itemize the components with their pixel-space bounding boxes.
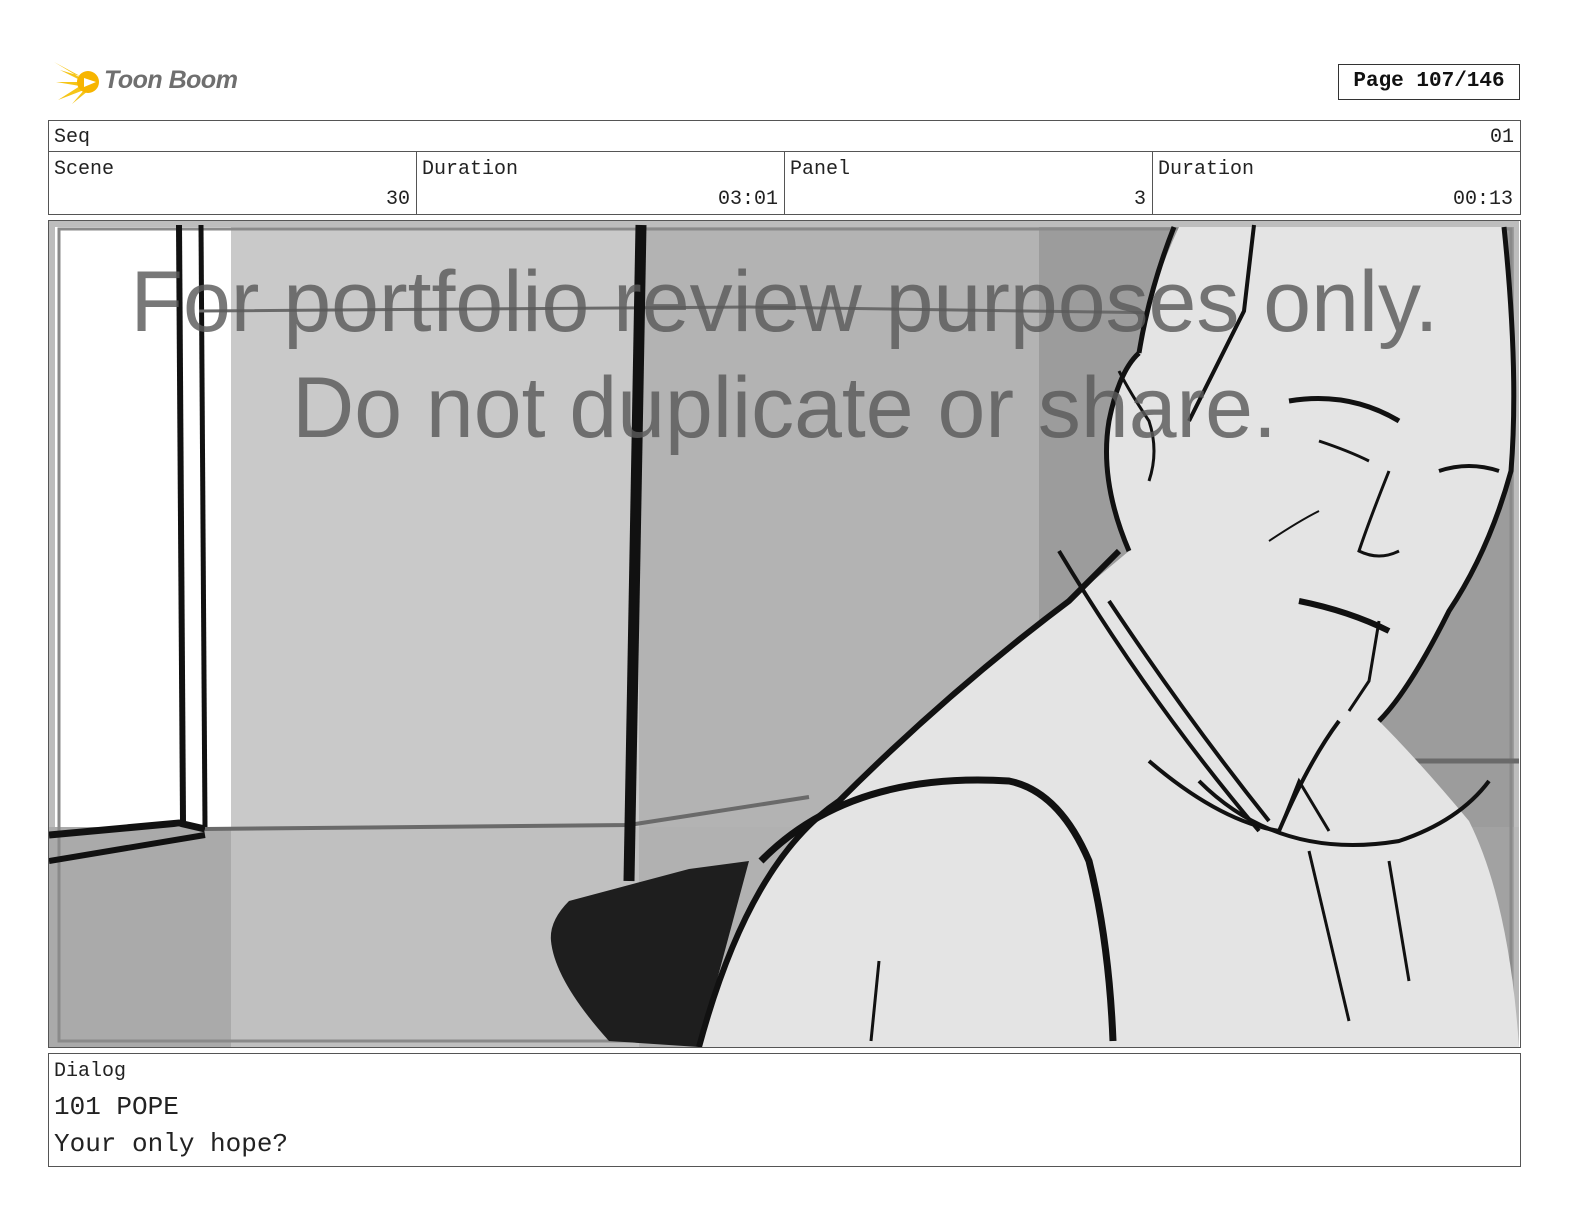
panel-value: 3: [1133, 188, 1146, 211]
scene-info-table: Seq 01 Scene 30 Duration 03:01 Panel 3 D…: [48, 120, 1521, 215]
dialog-label: Dialog: [54, 1060, 127, 1083]
dialog-speaker: 101 POPE: [54, 1092, 179, 1122]
panel-duration-value: 00:13: [1452, 188, 1513, 211]
scene-duration-cell: Duration 03:01: [417, 152, 785, 214]
logo-burst-icon: [54, 62, 99, 104]
scene-cell: Scene 30: [49, 152, 417, 214]
panel-label: Panel: [790, 158, 851, 181]
panel-duration-cell: Duration 00:13: [1153, 152, 1519, 214]
panel-cell: Panel 3: [785, 152, 1153, 214]
seq-label: Seq: [54, 126, 91, 149]
seq-row: Seq 01: [49, 121, 1520, 152]
toon-boom-logo: Toon Boom: [50, 56, 250, 108]
storyboard-panel: For portfolio review purposes only. Do n…: [48, 220, 1521, 1048]
dialog-line: Your only hope?: [54, 1129, 289, 1159]
watermark-line-1: For portfolio review purposes only.: [130, 254, 1439, 350]
scene-label: Scene: [54, 158, 115, 181]
dialog-box: Dialog 101 POPE Your only hope?: [48, 1053, 1521, 1167]
scene-duration-label: Duration: [422, 158, 519, 181]
page-number: Page 107/146: [1338, 64, 1520, 100]
logo-text: Toon Boom: [104, 66, 238, 94]
panel-duration-label: Duration: [1158, 158, 1255, 181]
scene-value: 30: [385, 188, 410, 211]
scene-duration-value: 03:01: [717, 188, 778, 211]
seq-value: 01: [1489, 126, 1514, 149]
watermark-line-2: Do not duplicate or share.: [292, 360, 1277, 456]
